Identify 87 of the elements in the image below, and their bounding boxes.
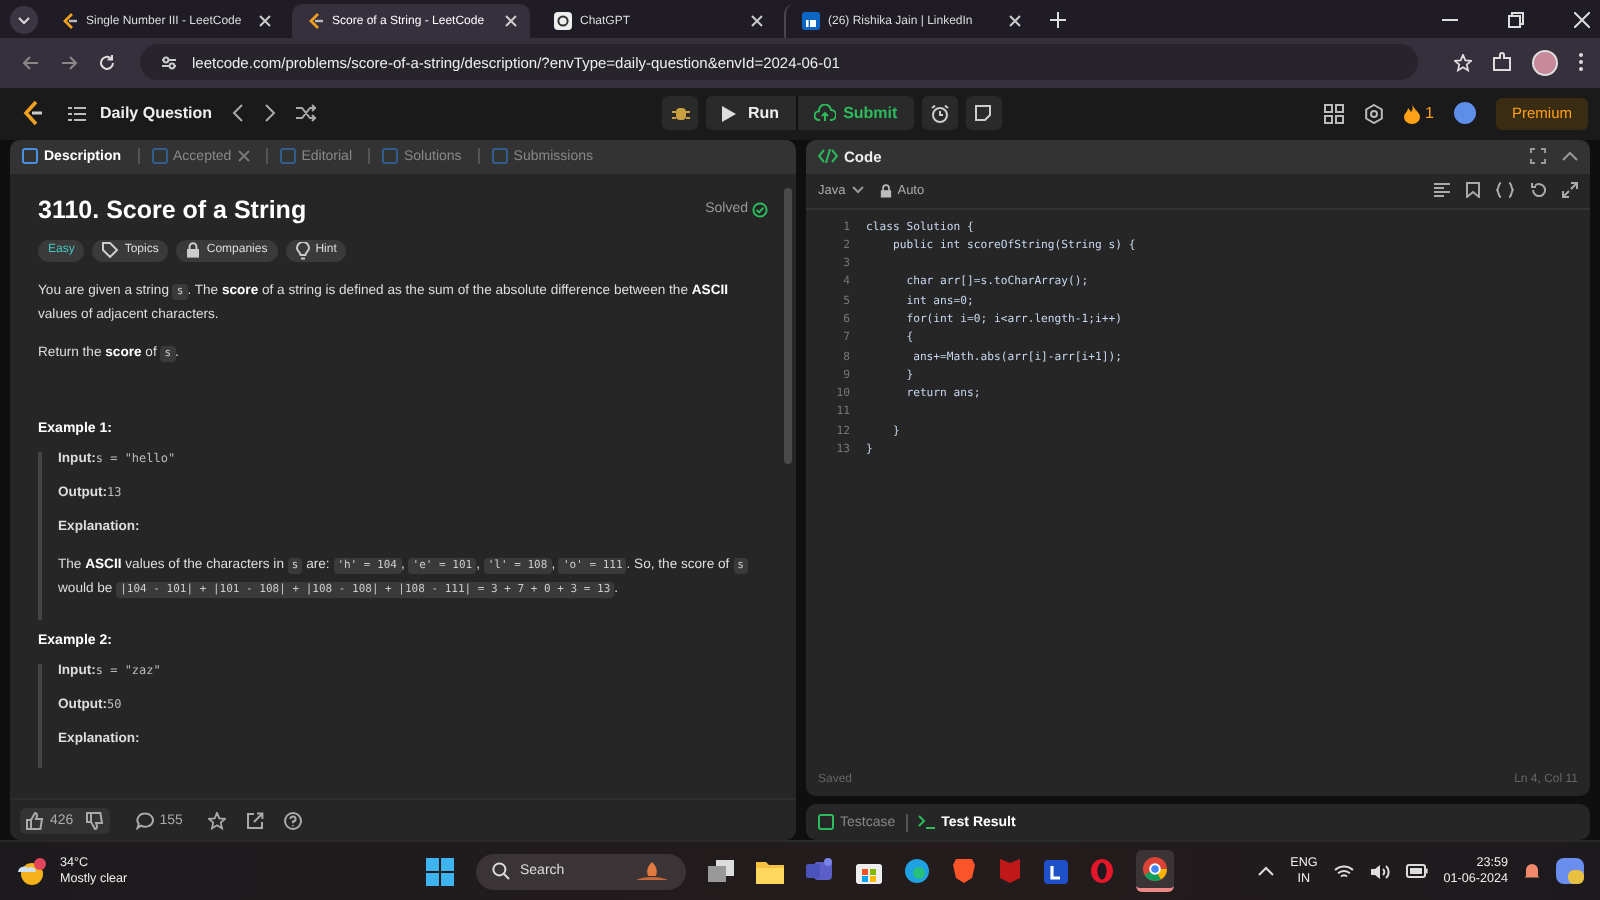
next-icon[interactable]: [264, 104, 277, 123]
reset-icon[interactable]: [1530, 182, 1546, 199]
back-icon[interactable]: [22, 53, 40, 72]
comment-icon: [135, 811, 154, 830]
folder-icon[interactable]: [756, 859, 784, 884]
cloud-upload-icon: [813, 104, 836, 123]
battery-icon[interactable]: [1405, 864, 1428, 879]
shuffle-icon[interactable]: [296, 104, 317, 123]
tab-icon: [382, 148, 398, 165]
search-icon: [492, 862, 510, 881]
problem-list-button[interactable]: Daily Question: [68, 104, 213, 123]
browser-icon[interactable]: [904, 858, 930, 885]
forward-icon[interactable]: [60, 53, 78, 72]
debug-button[interactable]: [662, 96, 698, 131]
collapse-icon[interactable]: [1562, 150, 1578, 163]
close-icon[interactable]: [258, 14, 272, 28]
menu-icon[interactable]: [1578, 52, 1584, 73]
timer-button[interactable]: [921, 96, 958, 131]
previous-icon[interactable]: [232, 104, 245, 123]
tab-icon: [279, 148, 296, 165]
lock-icon: [879, 183, 892, 198]
profile-avatar[interactable]: [1532, 49, 1558, 76]
leetcode-icon: [62, 12, 78, 30]
chrome-taskbar-button[interactable]: [1136, 850, 1174, 893]
thumbs-down-icon: [85, 811, 104, 830]
leetcode-logo-icon[interactable]: [22, 100, 44, 127]
problem-title: 3110. Score of a String: [38, 195, 307, 224]
close-icon[interactable]: [504, 14, 518, 28]
volume-icon[interactable]: [1369, 863, 1390, 880]
team-chat-icon[interactable]: [806, 858, 834, 885]
alarm-clock-icon: [929, 103, 950, 124]
copilot-icon[interactable]: [1556, 858, 1584, 885]
list-icon: [68, 105, 86, 122]
shield-icon[interactable]: [952, 858, 976, 885]
tab-icon: [22, 148, 38, 165]
site-icon: [802, 12, 820, 30]
chrome-icon: [1142, 856, 1168, 883]
tab-icon: [491, 148, 508, 165]
app-icon[interactable]: [1044, 859, 1068, 884]
lightbulb-icon: [295, 241, 310, 260]
bug-icon: [671, 104, 689, 123]
bell-icon[interactable]: [1524, 862, 1540, 881]
layout-icon[interactable]: [1323, 103, 1344, 124]
tab-icon: [151, 148, 168, 165]
wifi-icon[interactable]: [1333, 863, 1354, 880]
format-icon[interactable]: [1434, 182, 1450, 199]
close-icon[interactable]: [750, 14, 764, 28]
flame-icon: [1403, 103, 1420, 124]
tag-icon: [102, 242, 119, 259]
code-icon: [818, 148, 838, 165]
notes-button[interactable]: [965, 96, 1002, 131]
bookmark-icon[interactable]: [1466, 182, 1480, 199]
new-tab-icon[interactable]: [1050, 11, 1066, 27]
terminal-icon: [917, 814, 936, 831]
chevron-down-icon: [851, 186, 864, 195]
chat-icon: [554, 12, 572, 30]
lock-icon: [186, 242, 201, 259]
start-icon[interactable]: [426, 857, 454, 886]
note-icon: [974, 104, 993, 123]
user-avatar[interactable]: [1453, 102, 1476, 125]
restore-icon[interactable]: [1508, 11, 1524, 27]
expand-icon[interactable]: [1562, 182, 1578, 199]
checkbox-icon: [818, 814, 834, 831]
share-icon[interactable]: [246, 811, 265, 830]
help-icon[interactable]: [284, 811, 303, 830]
antivirus-icon[interactable]: [998, 858, 1022, 885]
braces-icon[interactable]: [1496, 182, 1514, 199]
thumbs-up-icon: [26, 811, 44, 830]
streak-counter[interactable]: 1: [1403, 103, 1434, 124]
reload-icon[interactable]: [98, 53, 116, 72]
run-button[interactable]: Run: [706, 96, 798, 131]
store-icon[interactable]: [856, 859, 882, 884]
star-icon[interactable]: [208, 811, 227, 830]
task-view-icon[interactable]: [708, 859, 734, 884]
close-icon[interactable]: [1008, 14, 1022, 28]
tab-search-icon[interactable]: [10, 5, 38, 33]
weather-icon[interactable]: [16, 857, 48, 886]
fullscreen-icon[interactable]: [1530, 148, 1546, 165]
leetcode-icon: [308, 12, 324, 30]
settings-icon[interactable]: [1363, 103, 1384, 124]
submit-button[interactable]: Submit: [797, 96, 914, 131]
site-info-icon[interactable]: [160, 53, 178, 72]
play-icon: [722, 105, 736, 122]
check-circle-icon: [752, 201, 768, 218]
extensions-icon[interactable]: [1492, 52, 1512, 73]
scrollbar[interactable]: [784, 187, 792, 464]
chevron-up-icon[interactable]: [1258, 866, 1275, 877]
